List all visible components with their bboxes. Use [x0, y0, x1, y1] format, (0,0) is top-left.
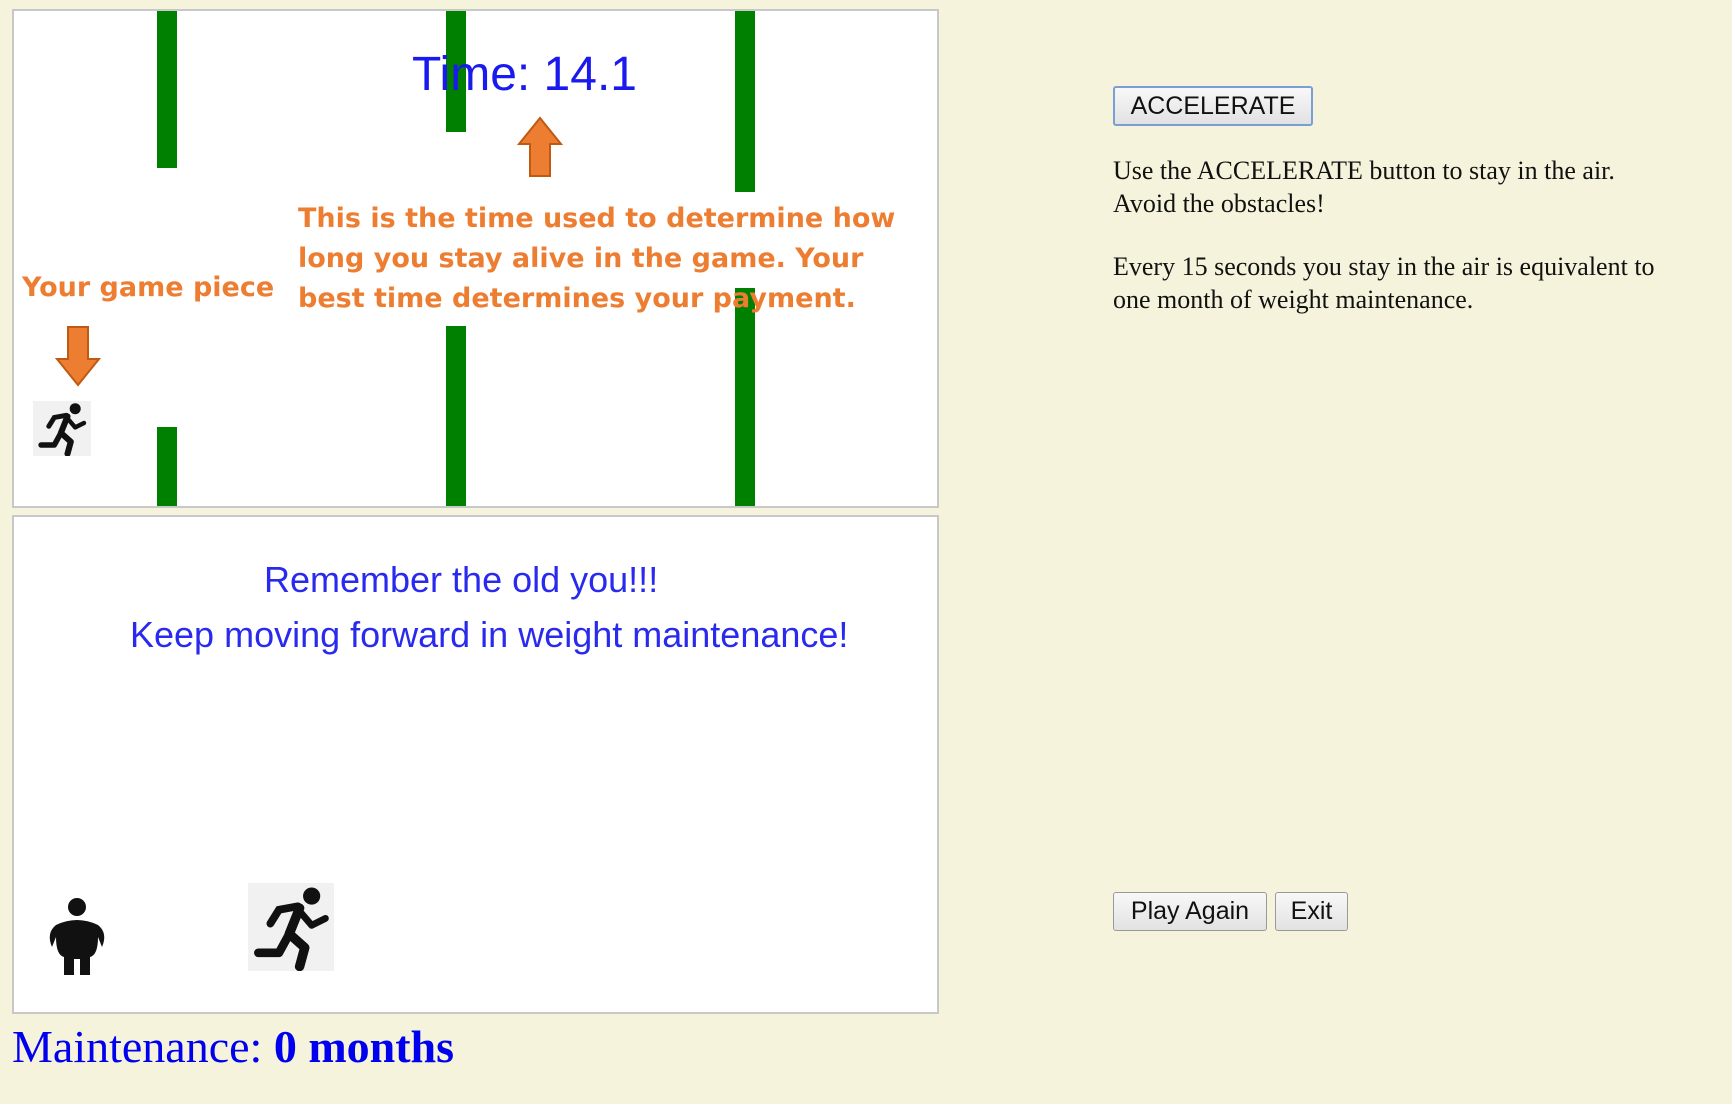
message-line-1: Remember the old you!!! [264, 559, 659, 600]
obstacle-top-3 [735, 11, 755, 192]
exit-button[interactable]: Exit [1275, 892, 1348, 931]
time-annotation: This is the time used to determine how l… [298, 203, 896, 314]
runner-icon [38, 403, 87, 457]
instructions-paragraph-1: Use the ACCELERATE button to stay in the… [1113, 156, 1615, 218]
maintenance-status: Maintenance: 0 months [12, 1020, 454, 1073]
time-display: Time: 14.1 [412, 48, 637, 101]
game-canvas[interactable]: Time: 14.1 This is the time used to dete… [12, 9, 939, 508]
up-arrow-icon [517, 116, 563, 177]
message-panel: Remember the old you!!! Keep moving forw… [12, 515, 939, 1014]
game-piece-annotation: Your game piece [22, 272, 275, 303]
message-line-2: Keep moving forward in weight maintenanc… [130, 614, 849, 655]
game-piece [33, 401, 91, 457]
standing-person-icon [49, 898, 105, 975]
play-again-button[interactable]: Play Again [1113, 892, 1267, 931]
obstacle-bottom-2 [446, 326, 466, 506]
maintenance-label: Maintenance: [12, 1021, 263, 1072]
obstacle-bottom-3 [735, 288, 755, 506]
maintenance-value: 0 months [273, 1021, 455, 1072]
obstacle-bottom-1 [157, 427, 177, 506]
instructions-paragraph-2: Every 15 seconds you stay in the air is … [1113, 252, 1655, 314]
runner-figure [248, 883, 334, 972]
down-arrow-icon [55, 326, 101, 387]
accelerate-button[interactable]: ACCELERATE [1113, 86, 1313, 126]
runner-icon [254, 887, 329, 972]
obstacle-top-1 [157, 11, 177, 168]
